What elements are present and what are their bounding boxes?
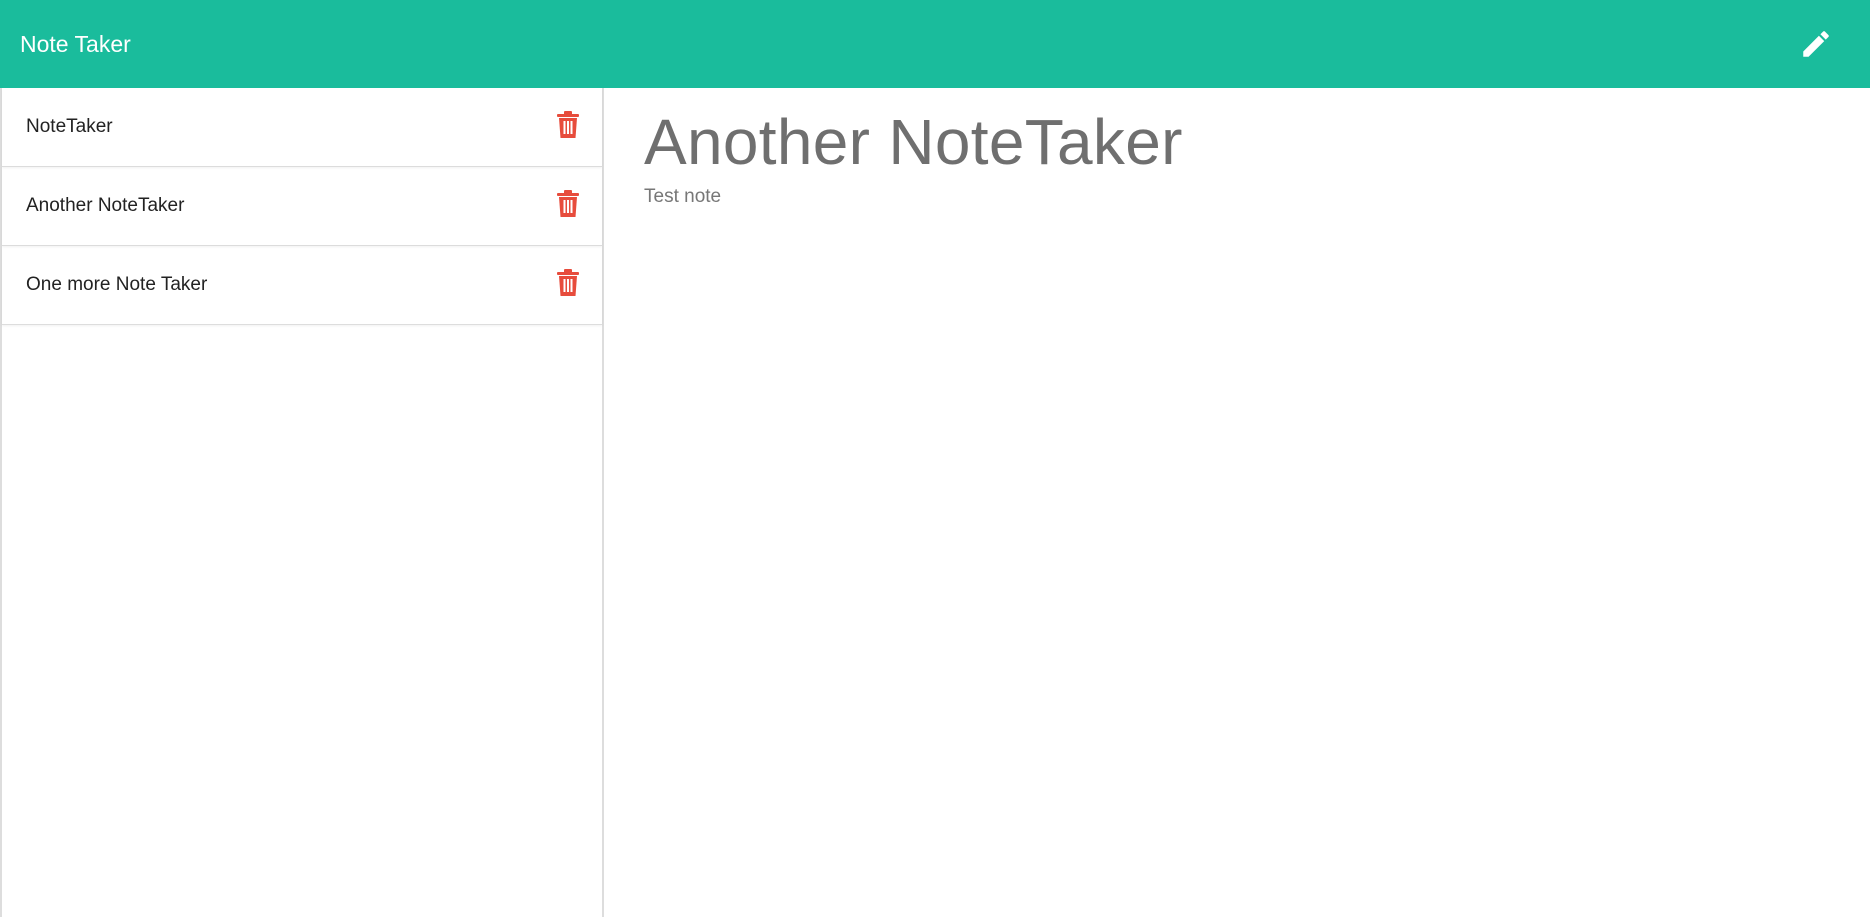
note-title: One more Note Taker	[26, 274, 208, 295]
notes-list: NoteTaker Another NoteTaker One more Not…	[0, 88, 604, 917]
app-brand[interactable]: Note Taker	[20, 28, 131, 60]
delete-note-button[interactable]	[556, 269, 580, 297]
note-text-field[interactable]: Test note	[644, 184, 721, 210]
list-item[interactable]: One more Note Taker	[2, 246, 602, 325]
note-title: NoteTaker	[26, 116, 113, 137]
delete-note-button[interactable]	[556, 190, 580, 218]
list-item[interactable]: NoteTaker	[2, 88, 602, 167]
note-editor: Another NoteTaker Test note	[604, 88, 1870, 917]
delete-note-button[interactable]	[556, 111, 580, 139]
trash-icon	[557, 190, 579, 217]
trash-icon	[557, 111, 579, 138]
new-note-button[interactable]	[1794, 22, 1838, 66]
list-item[interactable]: Another NoteTaker	[2, 167, 602, 246]
pencil-icon	[1803, 31, 1829, 57]
navbar: Note Taker	[0, 0, 1870, 88]
note-title: Another NoteTaker	[26, 195, 185, 216]
note-title-field[interactable]: Another NoteTaker	[644, 102, 1183, 182]
trash-icon	[557, 269, 579, 296]
